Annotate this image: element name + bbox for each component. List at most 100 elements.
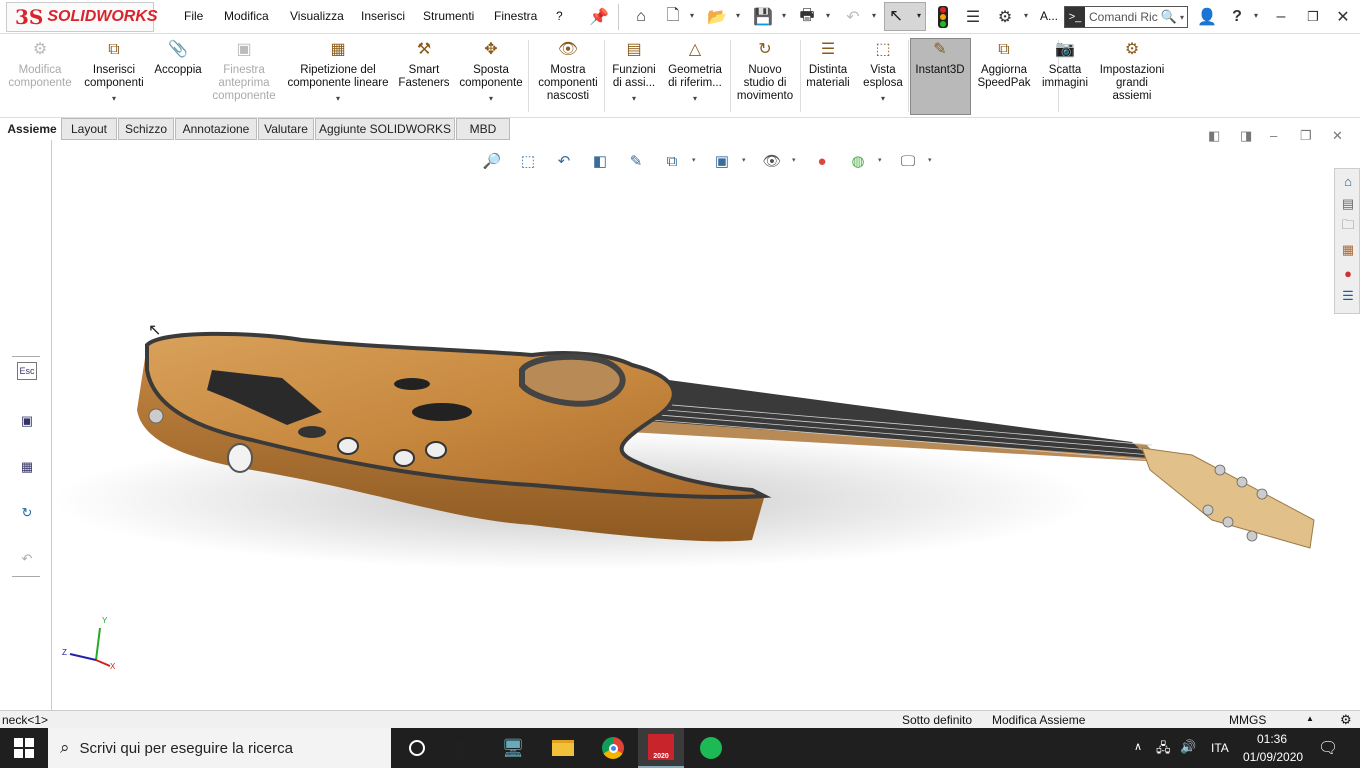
tab-valutare[interactable]: Valutare xyxy=(258,118,314,140)
zoom-to-fit-icon[interactable]: 🔎 xyxy=(482,152,502,170)
cortana-icon[interactable] xyxy=(394,731,440,765)
doc-restore-icon[interactable]: ❐ xyxy=(1300,128,1312,144)
clock-time[interactable]: 01:36 xyxy=(1257,732,1287,746)
cmd-dropdown-icon[interactable]: ▾ xyxy=(693,92,697,105)
save-icon[interactable]: 💾 xyxy=(752,6,774,28)
options-gear-icon[interactable]: ⚙ xyxy=(994,6,1016,28)
windows-start-icon[interactable] xyxy=(14,738,34,758)
rebuild-component-icon[interactable]: ▣ xyxy=(16,410,38,432)
cmd-assembly-features-button[interactable]: ▤ Funzioni di assi... ▾ xyxy=(609,40,659,105)
menu-file[interactable]: File xyxy=(184,9,203,23)
print-dropdown-icon[interactable]: ▾ xyxy=(826,11,830,20)
volume-icon[interactable]: 🔊 xyxy=(1180,739,1196,755)
cmd-dropdown-icon[interactable]: ▾ xyxy=(336,92,340,105)
cmd-edit-component-button[interactable]: ⚙ Modifica componente xyxy=(4,40,76,90)
cmd-camera-button[interactable]: 📷 Scatta immagini xyxy=(1041,40,1089,90)
design-library-icon[interactable]: ▤ xyxy=(1337,193,1359,215)
cmd-preview-window-button[interactable]: ▣ Finestra anteprima componente xyxy=(211,40,277,103)
cmd-mate-paperclip-button[interactable]: 📎 Accoppia xyxy=(152,40,204,77)
search-icon[interactable]: 🔍 xyxy=(1161,9,1177,25)
help-dropdown-icon[interactable]: ▾ xyxy=(1254,11,1258,20)
undo-panel-icon[interactable]: ↶ xyxy=(16,548,38,570)
new-document-icon[interactable]: 🗋 xyxy=(662,6,684,28)
cmd-bom-button[interactable]: ☰ Distinta materiali xyxy=(804,40,852,90)
options-dropdown-icon[interactable]: ▾ xyxy=(1024,11,1028,20)
display-style-dropdown-icon[interactable]: ▾ xyxy=(742,156,746,164)
display-style-icon[interactable]: ▣ xyxy=(712,152,732,170)
clock-date[interactable]: 01/09/2020 xyxy=(1243,750,1303,764)
menu-modifica[interactable]: Modifica xyxy=(224,9,269,23)
cmd-linear-pattern-button[interactable]: ▦ Ripetizione del componente lineare ▾ xyxy=(283,40,393,105)
undo-icon[interactable]: ↶ xyxy=(842,6,864,28)
zoom-area-icon[interactable]: ⬚ xyxy=(518,152,538,170)
pin-icon[interactable]: 📌 xyxy=(588,6,610,28)
menu-strumenti[interactable]: Strumenti xyxy=(423,9,474,23)
previous-view-icon[interactable]: ↶ xyxy=(554,152,574,170)
customize-icon[interactable]: ⚙ xyxy=(1340,712,1352,728)
language-indicator[interactable]: ITA xyxy=(1211,741,1229,755)
cmd-exploded-view-button[interactable]: ⬚ Vista esplosa ▾ xyxy=(861,40,905,105)
tab-schizzo[interactable]: Schizzo xyxy=(118,118,174,140)
taskbar-search[interactable]: ⌕ Scrivi qui per eseguire la ricerca xyxy=(48,728,391,768)
cmd-motion-study-button[interactable]: ↻ Nuovo studio di movimento xyxy=(733,40,797,103)
help-icon[interactable]: ? xyxy=(1226,6,1248,28)
status-units[interactable]: MMGS xyxy=(1229,713,1266,727)
tray-expand-icon[interactable]: ∧ xyxy=(1134,740,1142,753)
view-settings-icon[interactable]: 🖵 xyxy=(898,152,918,170)
print-icon[interactable]: 🖶 xyxy=(796,6,818,28)
menu-help[interactable]: ? xyxy=(556,9,563,23)
notification-icon[interactable]: 🗨 xyxy=(1318,738,1338,758)
cmd-show-hidden-button[interactable]: 👁 Mostra componenti nascosti xyxy=(533,40,603,103)
pc-app-icon[interactable]: 🖥 xyxy=(490,731,536,765)
doc-minimize-icon[interactable]: – xyxy=(1270,128,1277,143)
file-explorer-icon[interactable]: 🗀 xyxy=(1337,216,1359,238)
cmd-instant3d-button[interactable]: ✎ Instant3D xyxy=(912,40,968,77)
esc-key-icon[interactable]: Esc xyxy=(17,362,37,380)
cmd-dropdown-icon[interactable]: ▾ xyxy=(632,92,636,105)
cmd-dropdown-icon[interactable]: ▾ xyxy=(881,92,885,105)
tab-aggiunte[interactable]: Aggiunte SOLIDWORKS xyxy=(315,118,455,140)
solidworks-logo[interactable]: 3S SOLIDWORKS xyxy=(6,2,158,32)
chrome-icon[interactable] xyxy=(590,731,636,765)
restore-icon[interactable]: ❐ xyxy=(1302,6,1324,28)
open-icon[interactable]: 📂 xyxy=(706,6,728,28)
units-up-icon[interactable]: ▲ xyxy=(1306,714,1314,723)
menu-inserisci[interactable]: Inserisci xyxy=(361,9,405,23)
rebuild-traffic-light-icon[interactable] xyxy=(938,6,948,28)
solidworks-resources-icon[interactable]: ⌂ xyxy=(1337,170,1359,192)
home-icon[interactable]: ⌂ xyxy=(630,6,652,28)
spotify-icon[interactable] xyxy=(688,731,734,765)
menu-finestra[interactable]: Finestra xyxy=(494,9,537,23)
view-settings-dropdown-icon[interactable]: ▾ xyxy=(928,156,932,164)
doc-close-icon[interactable]: ✕ xyxy=(1332,128,1343,144)
graphics-viewport[interactable]: Y Z X ↖ xyxy=(52,140,1334,710)
truncated-label[interactable]: A... xyxy=(1040,9,1058,23)
tab-layout[interactable]: Layout xyxy=(61,118,117,140)
cmd-dropdown-icon[interactable]: ▾ xyxy=(489,92,493,105)
view-components-icon[interactable]: ▦ xyxy=(16,456,38,478)
tile-left-icon[interactable]: ◧ xyxy=(1208,128,1220,144)
save-dropdown-icon[interactable]: ▾ xyxy=(782,11,786,20)
section-view-icon[interactable]: ◧ xyxy=(590,152,610,170)
guitar-model[interactable] xyxy=(52,140,1334,710)
tile-right-icon[interactable]: ◨ xyxy=(1240,128,1252,144)
apply-scene-icon[interactable]: ◍ xyxy=(848,152,868,170)
select-button[interactable]: ↖ ▾ xyxy=(884,2,926,31)
cmd-large-assembly-button[interactable]: ⚙ Impostazioni grandi assiemi xyxy=(1096,40,1168,103)
cmd-reference-geometry-button[interactable]: △ Geometria di riferim... ▾ xyxy=(665,40,725,105)
user-profile-icon[interactable]: 👤 xyxy=(1196,6,1218,28)
command-search-box[interactable]: >_ Comandi Ric 🔍 ▾ xyxy=(1064,6,1188,28)
rotate-lock-icon[interactable]: ↻ xyxy=(16,502,38,524)
file-properties-icon[interactable]: ☰ xyxy=(962,6,984,28)
search-dropdown-icon[interactable]: ▾ xyxy=(1180,13,1184,22)
cmd-speedpak-button[interactable]: ⧉ Aggiorna SpeedPak xyxy=(976,40,1032,90)
tab-annotazione[interactable]: Annotazione xyxy=(175,118,257,140)
tab-mbd[interactable]: MBD xyxy=(456,118,510,140)
menu-visualizza[interactable]: Visualizza xyxy=(290,9,344,23)
file-explorer-taskbar-icon[interactable] xyxy=(540,731,586,765)
undo-dropdown-icon[interactable]: ▾ xyxy=(872,11,876,20)
cmd-smart-fasteners-button[interactable]: ⚒ Smart Fasteners xyxy=(396,40,452,90)
appearances-icon[interactable]: ● xyxy=(1337,262,1359,284)
close-icon[interactable]: ✕ xyxy=(1332,6,1354,28)
view-orientation-icon[interactable]: ⧉ xyxy=(662,152,682,170)
